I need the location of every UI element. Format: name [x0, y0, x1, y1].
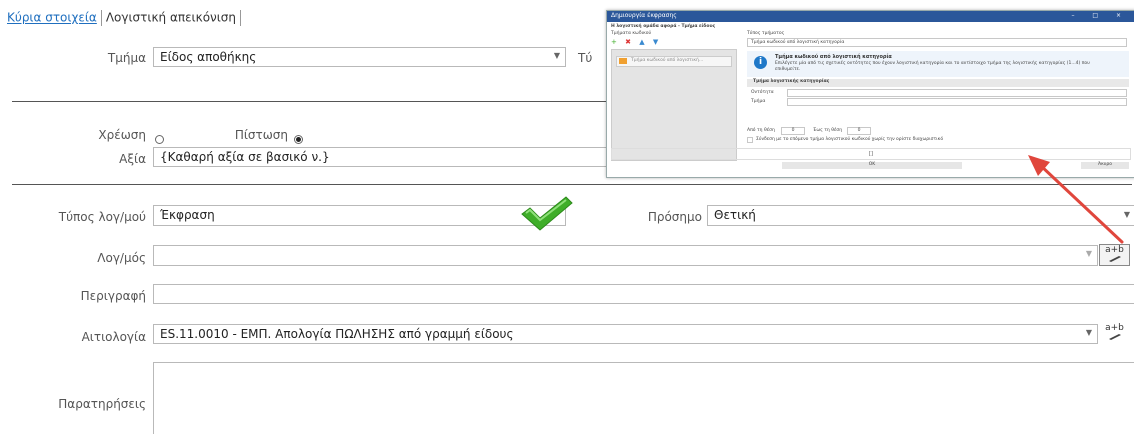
info-icon: i	[754, 56, 767, 69]
up-arrow-icon[interactable]: ▲	[639, 38, 644, 46]
info-box: i Τμήμα κωδικού από λογιστική κατηγορία …	[747, 51, 1129, 77]
down-arrow-icon[interactable]: ▼	[653, 38, 658, 46]
entity-label: Οντότητα	[751, 90, 774, 95]
axia-field[interactable]: {Καθαρή αξία σε βασικό ν.}	[153, 147, 608, 167]
red-arrow-icon	[1028, 155, 1124, 244]
to-input[interactable]: 0	[847, 127, 871, 135]
pencil-icon	[1108, 256, 1121, 262]
from-input[interactable]: 0	[781, 127, 805, 135]
info-text: Επιλέγετε μία από τις σχετικές οντότητες…	[775, 61, 1090, 72]
xreosi-radio[interactable]	[155, 129, 164, 148]
list-item-label: Τμήμα κωδικού από λογιστική...	[631, 58, 704, 63]
entity-select[interactable]	[787, 89, 1127, 97]
left-panel-list: Τμήμα κωδικού από λογιστική...	[611, 49, 737, 161]
typos-log-select[interactable]: Έκφραση	[153, 205, 566, 226]
to-value: 0	[857, 128, 861, 133]
tab-bar: Κύρια στοιχεία Λογιστική απεικόνιση	[7, 10, 245, 26]
part-select[interactable]	[787, 98, 1127, 106]
left-toolbar: + ✖ ▲ ▼	[611, 38, 737, 48]
type-label: Τύπος τμήματος	[747, 31, 785, 36]
aitiologia-select[interactable]: ES.11.0010 - ΕΜΠ. Απολογία ΠΩΛΗΣΗΣ από γ…	[153, 324, 1098, 344]
prosimo-label: Πρόσημο	[647, 210, 702, 224]
chevron-down-icon[interactable]: ▼	[554, 51, 560, 60]
type-select[interactable]: Τμήμα κωδικού από λογιστική κατηγορία	[747, 38, 1127, 47]
checkmark-icon	[521, 196, 573, 231]
perigrafi-field[interactable]	[153, 284, 1134, 304]
chevron-down-icon[interactable]: ▼	[1086, 249, 1092, 258]
left-panel-header: Τμήματα κωδικού	[611, 31, 652, 36]
tmima-label: Τμήμα	[107, 51, 146, 65]
link-checkbox[interactable]	[747, 137, 753, 143]
dialog-title: Δημιουργία έκφρασης	[611, 12, 677, 19]
type-value: Τμήμα κωδικού από λογιστική κατηγορία	[751, 40, 845, 45]
tmima-value: Είδος αποθήκης	[160, 50, 257, 64]
to-label: Έως τη θέση	[813, 128, 843, 133]
add-icon[interactable]: +	[611, 38, 617, 46]
pistosi-radio[interactable]	[294, 129, 303, 148]
part-label: Τμήμα	[751, 99, 766, 104]
dialog-titlebar: Δημιουργία έκφρασης – □ ×	[607, 11, 1134, 22]
axia-label: Αξία	[119, 152, 146, 166]
ok-button[interactable]: OK	[782, 162, 962, 169]
radio-checked-icon	[294, 135, 303, 144]
typos-log-label: Τύπος λογ/μού	[58, 210, 146, 224]
item-icon	[619, 58, 627, 64]
aitiologia-label: Αιτιολογία	[81, 330, 146, 344]
tmima-select[interactable]: Είδος αποθήκης ▼	[153, 47, 566, 67]
paratiriseis-label: Παρατηρήσεις	[58, 397, 146, 411]
chevron-down-icon[interactable]: ▼	[1086, 328, 1092, 337]
perigrafi-label: Περιγραφή	[80, 289, 146, 303]
logos-select[interactable]: ▼	[153, 245, 1098, 266]
prosimo-value: Θετική	[714, 208, 756, 222]
info-title: Τμήμα κωδικού από λογιστική κατηγορία	[775, 54, 892, 60]
logos-label: Λογ/μός	[97, 251, 146, 265]
formula-button-label: a+b	[1105, 323, 1124, 333]
checkbox-label: Σύνδεση με το επόμενο τμήμα λογιστικού κ…	[756, 137, 944, 142]
pencil-icon	[1108, 334, 1121, 340]
typos-log-value: Έκφραση	[160, 208, 215, 222]
from-label: Από τη θέση	[747, 128, 775, 133]
typos-partial-label: Τύ	[578, 51, 593, 65]
pistosi-label: Πίστωση	[234, 128, 288, 142]
divider	[12, 184, 1132, 185]
radio-unchecked-icon	[155, 135, 164, 144]
list-item[interactable]: Τμήμα κωδικού από λογιστική...	[616, 56, 732, 67]
aitiologia-formula-button[interactable]: a+b	[1099, 323, 1130, 345]
aitiologia-value: ES.11.0010 - ΕΜΠ. Απολογία ΠΩΛΗΣΗΣ από γ…	[160, 327, 514, 341]
axia-value: {Καθαρή αξία σε βασικό ν.}	[160, 150, 330, 164]
tab-separator	[100, 10, 102, 26]
window-controls-icon[interactable]: – □ ×	[1071, 12, 1129, 19]
paratiriseis-field[interactable]	[153, 362, 1134, 434]
dialog-subtitle: Η λογιστική ομάδα αφορά - Τμήμα είδους	[611, 24, 716, 29]
xreosi-label: Χρέωση	[98, 128, 146, 142]
divider	[12, 101, 612, 102]
delete-icon[interactable]: ✖	[625, 38, 631, 46]
tab-separator	[240, 10, 242, 26]
section-title: Τμήμα λογιστικής κατηγορίας	[747, 79, 1129, 87]
tab-accounting[interactable]: Λογιστική απεικόνιση	[106, 11, 236, 25]
from-value: 0	[791, 128, 795, 133]
tab-main-info[interactable]: Κύρια στοιχεία	[7, 11, 97, 25]
